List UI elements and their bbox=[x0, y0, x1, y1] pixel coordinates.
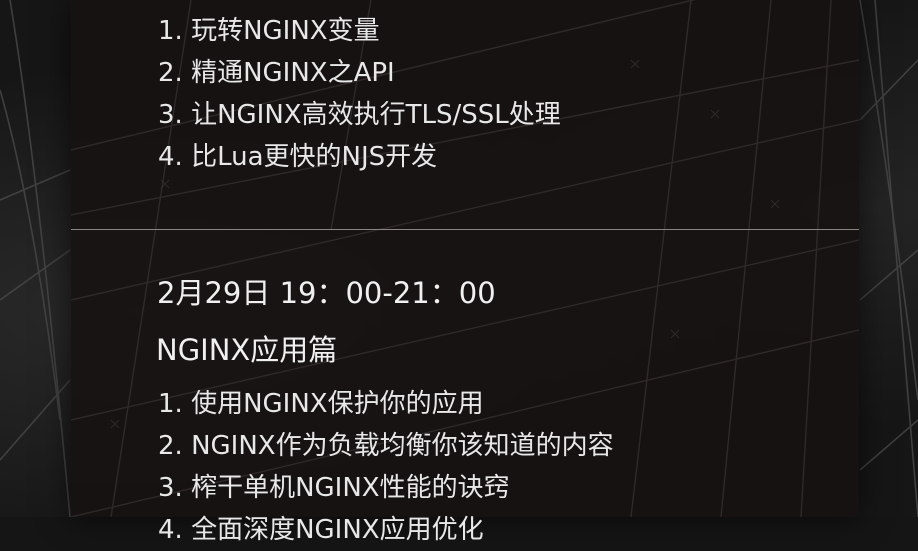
list-item: 3. 榨干单机NGINX性能的诀窍 bbox=[158, 473, 510, 503]
topic-list-2: 1. 使用NGINX保护你的应用 2. NGINX作为负载均衡你该知道的内容 3… bbox=[158, 383, 614, 551]
section-divider bbox=[71, 229, 859, 230]
list-item: 4. 比Lua更快的NJS开发 bbox=[158, 142, 438, 172]
list-item: 4. 全面深度NGINX应用优化 bbox=[158, 515, 484, 545]
session-date: 2月29日 19：00-21：00 bbox=[157, 276, 496, 310]
list-item: 1. 使用NGINX保护你的应用 bbox=[158, 389, 484, 419]
session-title: NGINX应用篇 bbox=[156, 333, 338, 367]
list-item: 2. NGINX作为负载均衡你该知道的内容 bbox=[158, 431, 614, 461]
topic-list-1: 1. 玩转NGINX变量 2. 精通NGINX之API 3. 让NGINX高效执… bbox=[158, 10, 561, 178]
list-item: 1. 玩转NGINX变量 bbox=[158, 16, 380, 46]
list-item: 3. 让NGINX高效执行TLS/SSL处理 bbox=[158, 100, 561, 130]
list-item: 2. 精通NGINX之API bbox=[158, 58, 395, 88]
